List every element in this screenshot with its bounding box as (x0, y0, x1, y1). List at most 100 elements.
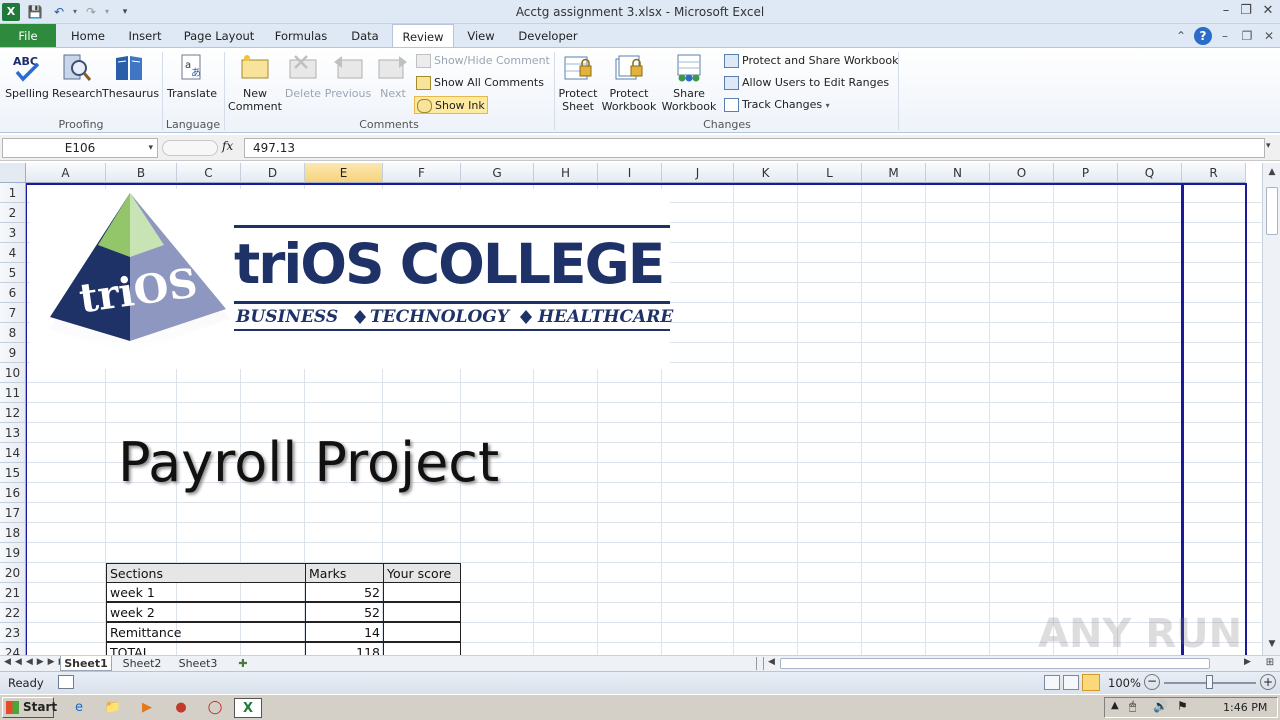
scroll-right-icon[interactable]: ▶ (1244, 657, 1251, 667)
help-icon[interactable]: ? (1194, 27, 1212, 45)
media-player-icon[interactable]: ▶ (136, 698, 158, 718)
delete-comment-button[interactable]: Delete (284, 52, 322, 100)
insert-sheet-icon[interactable]: ✚ (232, 656, 254, 671)
minimize-ribbon-icon[interactable]: ⌃ (1172, 27, 1190, 45)
college-logo[interactable]: triOS triOS COLLEGE BUSINESS TECHNOLOGY … (30, 189, 673, 369)
workbook-close-icon[interactable]: ✕ (1260, 27, 1278, 45)
previous-comment-button[interactable]: Previous (324, 52, 372, 100)
scroll-up-icon[interactable]: ▲ (1265, 167, 1279, 181)
expand-formula-icon[interactable]: ▾ (1266, 141, 1271, 151)
table-header-marks[interactable]: Marks (305, 563, 384, 583)
row-header-23[interactable]: 23 (0, 623, 26, 643)
column-header-m[interactable]: M (862, 163, 926, 183)
row-header-11[interactable]: 11 (0, 383, 26, 403)
row-header-7[interactable]: 7 (0, 303, 26, 323)
protect-and-share-workbook-button[interactable]: Protect and Share Workbook (722, 52, 899, 70)
tray-expand-icon[interactable]: ▲ (1111, 700, 1119, 711)
row-header-21[interactable]: 21 (0, 583, 26, 603)
tab-developer[interactable]: Developer (512, 24, 584, 48)
table-row-section[interactable]: week 1 (106, 582, 306, 602)
table-row-score[interactable] (383, 582, 461, 602)
workbook-minimize-icon[interactable]: – (1216, 27, 1234, 45)
share-workbook-button[interactable]: Share Workbook (660, 52, 718, 113)
show-ink-button[interactable]: Show Ink (414, 96, 488, 114)
chrome-icon[interactable]: ● (170, 698, 192, 718)
worksheet-grid[interactable]: ABCDEFGHIJKLMNOPQR 1 2 3 4 5 6 7 8 9 10 11 12 13 14 15… (0, 163, 1262, 655)
show-all-comments-button[interactable]: Show All Comments (414, 74, 544, 92)
row-header-19[interactable]: 19 (0, 543, 26, 563)
translate-button[interactable]: aあ Translate (166, 52, 218, 100)
name-box[interactable]: E106 ▾ (2, 138, 158, 158)
column-header-i[interactable]: I (598, 163, 662, 183)
research-button[interactable]: Research (52, 52, 102, 100)
select-all-corner[interactable] (0, 163, 26, 183)
macro-record-icon[interactable] (58, 675, 74, 689)
tab-file[interactable]: File (0, 24, 56, 48)
insert-function-icon[interactable]: fx (222, 139, 233, 153)
minimize-icon[interactable]: – (1216, 2, 1236, 20)
thesaurus-button[interactable]: Thesaurus (102, 52, 159, 100)
row-header-4[interactable]: 4 (0, 243, 26, 263)
table-row-marks[interactable]: 14 (305, 622, 384, 642)
row-header-15[interactable]: 15 (0, 463, 26, 483)
column-header-f[interactable]: F (383, 163, 461, 183)
table-row-score[interactable] (383, 602, 461, 622)
opera-icon[interactable]: ◯ (204, 698, 226, 718)
next-comment-button[interactable]: Next (374, 52, 412, 100)
column-header-n[interactable]: N (926, 163, 990, 183)
vertical-scroll-thumb[interactable] (1266, 187, 1278, 235)
row-header-9[interactable]: 9 (0, 343, 26, 363)
new-comment-button[interactable]: New Comment (228, 52, 282, 113)
scroll-down-icon[interactable]: ▼ (1265, 639, 1279, 653)
page-layout-view-icon[interactable] (1063, 675, 1079, 690)
split-box-icon[interactable]: ⊞ (1262, 657, 1278, 670)
column-header-j[interactable]: J (662, 163, 734, 183)
row-header-2[interactable]: 2 (0, 203, 26, 223)
close-icon[interactable]: ✕ (1258, 2, 1278, 20)
zoom-out-icon[interactable]: − (1144, 674, 1160, 690)
payroll-project-heading[interactable]: Payroll Project (118, 431, 499, 494)
table-row-section[interactable]: week 2 (106, 602, 306, 622)
folder-icon[interactable]: 📁 (102, 698, 124, 718)
normal-view-icon[interactable] (1044, 675, 1060, 690)
row-header-5[interactable]: 5 (0, 263, 26, 283)
zoom-in-icon[interactable]: + (1260, 674, 1276, 690)
tab-split-handle[interactable] (756, 657, 764, 670)
network-icon[interactable]: 🖱 (1129, 699, 1136, 714)
row-header-20[interactable]: 20 (0, 563, 26, 583)
scroll-left-icon[interactable]: ◀ (768, 657, 775, 667)
vertical-scrollbar[interactable]: ▲ ▼ (1262, 163, 1280, 655)
row-header-8[interactable]: 8 (0, 323, 26, 343)
row-header-1[interactable]: 1 (0, 183, 26, 203)
table-row-marks[interactable]: 52 (305, 602, 384, 622)
column-header-p[interactable]: P (1054, 163, 1118, 183)
zoom-slider-thumb[interactable] (1206, 675, 1213, 689)
table-header-your-score[interactable]: Your score (383, 563, 461, 583)
zoom-level[interactable]: 100% (1108, 676, 1141, 690)
table-row-score[interactable] (383, 642, 461, 655)
row-header-14[interactable]: 14 (0, 443, 26, 463)
column-header-r[interactable]: R (1182, 163, 1246, 183)
row-header-24[interactable]: 24 (0, 643, 26, 655)
column-header-o[interactable]: O (990, 163, 1054, 183)
column-header-l[interactable]: L (798, 163, 862, 183)
track-changes-button[interactable]: Track Changes ▾ (722, 96, 830, 114)
row-header-16[interactable]: 16 (0, 483, 26, 503)
protect-sheet-button[interactable]: Protect Sheet (556, 52, 600, 113)
formula-input[interactable]: 497.13 (244, 138, 1265, 158)
excel-taskbar-button[interactable]: X (234, 698, 262, 718)
row-header-12[interactable]: 12 (0, 403, 26, 423)
table-row-section[interactable]: TOTAL (106, 642, 306, 655)
column-header-h[interactable]: H (534, 163, 598, 183)
ie-icon[interactable]: e (68, 698, 90, 718)
row-header-3[interactable]: 3 (0, 223, 26, 243)
tab-formulas[interactable]: Formulas (270, 24, 332, 48)
tab-home[interactable]: Home (62, 24, 114, 48)
table-row-marks[interactable]: 118 (305, 642, 384, 655)
tab-page-layout[interactable]: Page Layout (178, 24, 260, 48)
column-header-a[interactable]: A (26, 163, 106, 183)
start-button[interactable]: Start (2, 697, 57, 718)
row-header-13[interactable]: 13 (0, 423, 26, 443)
table-row-section[interactable]: Remittance (106, 622, 306, 642)
column-header-b[interactable]: B (106, 163, 177, 183)
